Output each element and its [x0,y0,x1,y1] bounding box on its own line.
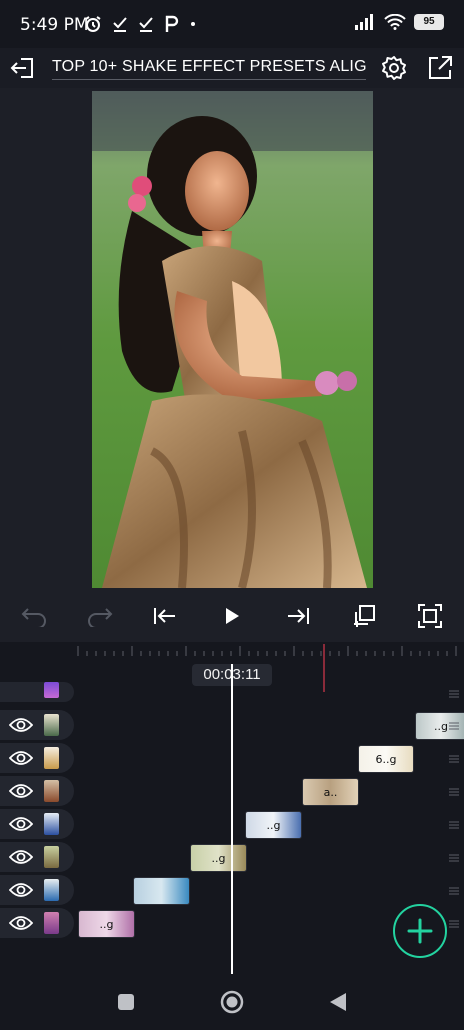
drag-handle-icon[interactable] [449,920,459,928]
timeline-clip[interactable]: ..g [190,844,247,872]
export-icon [429,56,452,79]
layer-track[interactable] [0,842,74,872]
undo-button[interactable] [18,600,50,632]
drag-handle-icon[interactable] [449,887,459,895]
export-button[interactable] [424,52,456,84]
clip-label: a.. [323,786,338,799]
drag-handle-icon[interactable] [449,854,459,862]
time-ruler[interactable] [76,642,464,664]
time-marker [323,644,325,692]
preview-area[interactable] [0,88,464,590]
layer-track[interactable] [0,875,74,905]
layer-thumbnail [44,879,59,901]
timeline-clip[interactable]: a.. [302,778,359,806]
play-icon [226,608,239,624]
notification-icons [84,13,196,35]
clip-label: 6..g [375,753,397,766]
back-triangle-icon[interactable] [324,988,352,1016]
status-bar: 5:49 PM 95 [0,0,464,48]
layer-track[interactable] [0,809,74,839]
settings-icon [382,56,406,80]
timeline-clip[interactable]: ..g [245,811,302,839]
wifi-icon [384,14,406,30]
signal-icon [355,14,373,30]
redo-button[interactable] [84,600,116,632]
layer-track[interactable] [0,682,74,702]
p-app-icon [165,15,179,32]
layer-thumbnail [44,846,59,868]
timeline-clip[interactable]: ..g [78,910,135,938]
eye-icon[interactable] [9,914,33,932]
skip-to-start-button[interactable] [149,600,181,632]
layer-thumbnail [44,912,59,934]
alarm-icon [85,16,101,32]
timeline[interactable]: ..g 6..g a.. ..g ..g ..g 00:03:11 [0,642,464,974]
layer-thumbnail [44,780,59,802]
playhead[interactable] [231,664,233,974]
eye-icon[interactable] [9,716,33,734]
layer-thumbnail [44,747,59,769]
redo-icon [88,608,113,627]
system-nav-bar [0,974,464,1030]
status-time: 5:49 PM [20,15,89,35]
playback-controls [0,590,464,642]
layer-thumbnail [44,682,59,698]
add-layer-button[interactable] [348,600,380,632]
clip-label: ..g [211,852,226,865]
eye-icon[interactable] [9,749,33,767]
eye-icon[interactable] [9,848,33,866]
home-circle-icon[interactable] [218,988,246,1016]
clip-label: ..g [99,918,114,931]
drag-handle-icon[interactable] [449,722,459,730]
clip-label: ..g [266,819,281,832]
layer-track[interactable] [0,908,74,938]
eye-icon[interactable] [9,782,33,800]
exit-icon [10,58,33,78]
drag-handle-icon[interactable] [449,821,459,829]
play-button[interactable] [216,600,248,632]
add-layer-fab[interactable] [393,904,447,958]
drag-handle-icon[interactable] [449,690,459,698]
layer-track[interactable] [0,743,74,773]
undo-icon [21,608,46,627]
timeline-clip[interactable] [133,877,190,905]
timeline-clip[interactable]: 6..g [358,745,414,773]
layers-add-icon [354,605,375,627]
check-download-icon [139,17,153,32]
preview-image [92,91,373,588]
layer-thumbnail [44,813,59,835]
recents-square-icon[interactable] [112,988,140,1016]
fullscreen-button[interactable] [414,600,446,632]
dot-icon [191,22,195,26]
eye-icon[interactable] [9,881,33,899]
skip-to-end-icon [288,608,309,624]
system-status: 95 [354,14,444,30]
layer-track[interactable] [0,710,74,740]
layer-track[interactable] [0,776,74,806]
skip-to-start-icon [154,608,175,624]
drag-handle-icon[interactable] [449,788,459,796]
skip-to-end-button[interactable] [282,600,314,632]
eye-icon[interactable] [9,815,33,833]
project-title[interactable]: TOP 10+ SHAKE EFFECT PRESETS ALIGHT MOTI… [52,56,366,80]
plus-icon [407,918,433,944]
editor-header: TOP 10+ SHAKE EFFECT PRESETS ALIGHT MOTI… [0,48,464,88]
layer-thumbnail [44,714,59,736]
exit-button[interactable] [8,53,38,83]
fullscreen-icon [418,604,442,628]
drag-handle-icon[interactable] [449,755,459,763]
settings-button[interactable] [378,52,410,84]
battery-icon: 95 [414,14,444,30]
check-download-icon [113,17,127,32]
